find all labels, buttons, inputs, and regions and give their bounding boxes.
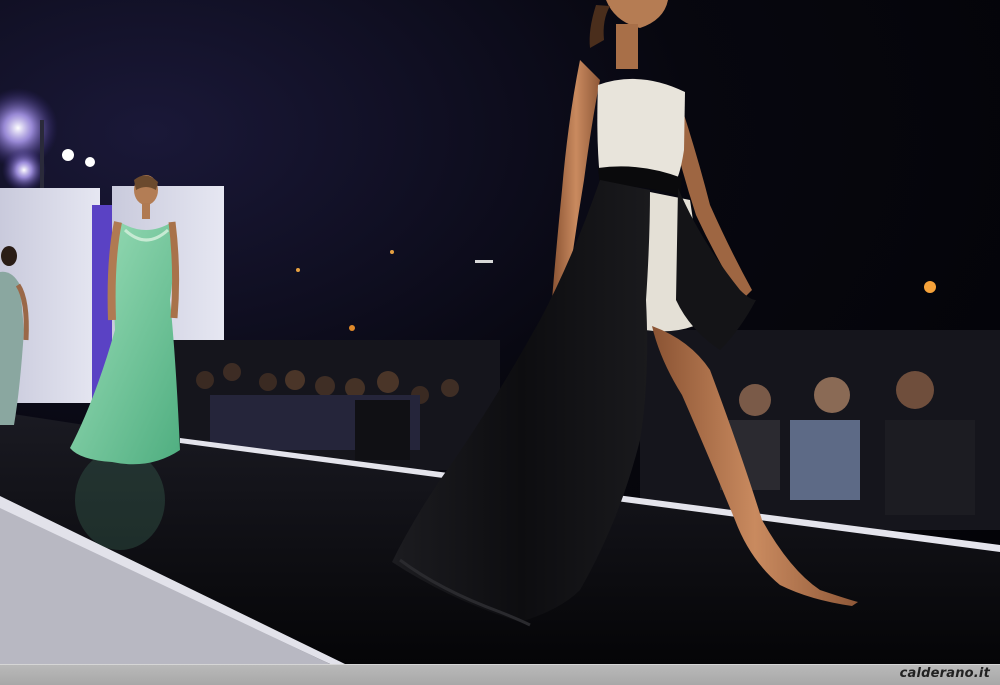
watermark-bar: calderano.it: [0, 664, 1000, 685]
watermark-text: calderano.it: [899, 666, 990, 681]
photo-scene: [0, 0, 1000, 664]
runway-photo: [0, 0, 1000, 664]
stage-lights: [0, 88, 95, 195]
